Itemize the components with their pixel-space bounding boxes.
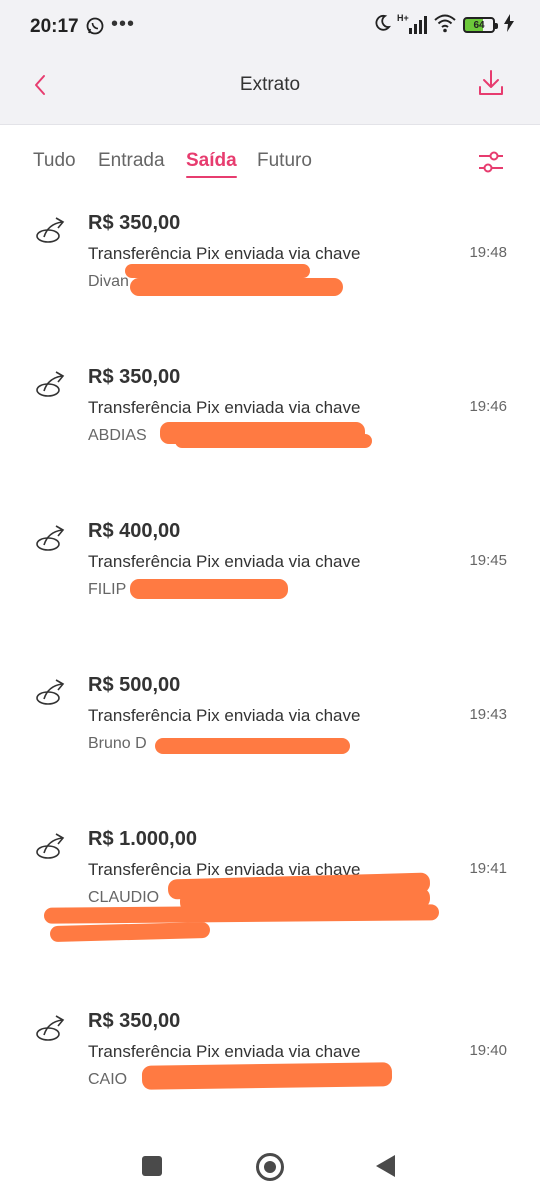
download-button[interactable] bbox=[476, 68, 506, 98]
transaction-description: Transferência Pix enviada via chave bbox=[88, 552, 361, 571]
transaction-description: Transferência Pix enviada via chave bbox=[88, 244, 361, 263]
transaction-amount: R$ 1.000,00 bbox=[88, 828, 197, 850]
network-type: H+ bbox=[397, 13, 409, 23]
transaction-time: 19:45 bbox=[469, 552, 507, 569]
filter-sliders-icon bbox=[479, 151, 503, 173]
transaction-description: Transferência Pix enviada via chave bbox=[88, 1042, 361, 1061]
transaction-time: 19:41 bbox=[469, 860, 507, 877]
transaction-recipient: Divan bbox=[88, 273, 129, 290]
transaction-amount: R$ 350,00 bbox=[88, 212, 181, 234]
download-icon bbox=[479, 70, 503, 95]
pix-out-icon bbox=[34, 1012, 70, 1044]
transaction-time: 19:46 bbox=[469, 398, 507, 415]
wifi-icon bbox=[433, 13, 457, 38]
pix-out-icon bbox=[34, 368, 70, 400]
transaction-time: 19:48 bbox=[469, 244, 507, 261]
redaction-mark bbox=[130, 579, 288, 599]
redaction-mark bbox=[155, 738, 350, 754]
whatsapp-icon bbox=[86, 17, 104, 40]
transaction-item[interactable]: R$ 1.000,00 Transferência Pix enviada vi… bbox=[0, 826, 540, 976]
circle-icon[interactable] bbox=[256, 1153, 284, 1181]
transaction-time: 19:43 bbox=[469, 706, 507, 723]
redaction-mark bbox=[130, 278, 343, 296]
transaction-item[interactable]: R$ 350,00 Transferência Pix enviada via … bbox=[0, 210, 540, 360]
pix-out-icon bbox=[34, 676, 70, 708]
transaction-item[interactable]: R$ 400,00 Transferência Pix enviada via … bbox=[0, 518, 540, 668]
transaction-amount: R$ 400,00 bbox=[88, 520, 181, 542]
transaction-amount: R$ 350,00 bbox=[88, 366, 181, 388]
triangle-back-icon[interactable] bbox=[376, 1155, 395, 1177]
square-icon[interactable] bbox=[142, 1156, 162, 1176]
pix-out-icon bbox=[34, 830, 70, 862]
page-title: Extrato bbox=[239, 74, 301, 95]
filter-tabs: Tudo Entrada Saída Futuro bbox=[0, 125, 540, 195]
transaction-recipient: Bruno D bbox=[88, 735, 147, 752]
status-time: 20:17 bbox=[30, 16, 79, 37]
more-notifications-icon: ••• bbox=[111, 13, 136, 35]
redaction-mark bbox=[125, 264, 310, 278]
status-icons: H+ 64 bbox=[373, 13, 514, 38]
pix-out-icon bbox=[34, 522, 70, 554]
transaction-description: Transferência Pix enviada via chave bbox=[88, 706, 361, 725]
battery-indicator: 64 bbox=[463, 17, 498, 33]
filter-button[interactable] bbox=[476, 147, 506, 177]
signal-icon: H+ bbox=[397, 13, 427, 35]
bolt-icon bbox=[504, 13, 514, 37]
system-nav-bar bbox=[0, 1134, 540, 1199]
tab-futuro[interactable]: Futuro bbox=[257, 150, 312, 172]
transaction-recipient: CLAUDIO bbox=[88, 889, 160, 906]
redaction-mark bbox=[141, 1062, 393, 1090]
transaction-description: Transferência Pix enviada via chave bbox=[88, 398, 361, 417]
transaction-recipient: CAIO bbox=[88, 1071, 128, 1088]
status-bar: 20:17 ••• H+ 64 bbox=[0, 0, 540, 46]
transaction-item[interactable]: R$ 500,00 Transferência Pix enviada via … bbox=[0, 672, 540, 822]
tab-saida[interactable]: Saída bbox=[186, 150, 237, 178]
tab-entrada[interactable]: Entrada bbox=[98, 150, 165, 172]
transaction-amount: R$ 350,00 bbox=[88, 1010, 181, 1032]
transaction-item[interactable]: R$ 350,00 Transferência Pix enviada via … bbox=[0, 364, 540, 514]
moon-icon bbox=[373, 14, 391, 37]
tab-tudo[interactable]: Tudo bbox=[33, 150, 76, 172]
transaction-recipient: ABDIAS bbox=[88, 427, 147, 444]
pix-out-icon bbox=[34, 214, 70, 246]
transaction-amount: R$ 500,00 bbox=[88, 674, 181, 696]
redaction-mark bbox=[175, 434, 372, 448]
app-header: Extrato bbox=[0, 46, 540, 125]
redaction-mark bbox=[43, 904, 440, 924]
redaction-mark bbox=[49, 921, 211, 943]
transaction-time: 19:40 bbox=[469, 1042, 507, 1059]
transaction-recipient: FILIP bbox=[88, 581, 127, 598]
